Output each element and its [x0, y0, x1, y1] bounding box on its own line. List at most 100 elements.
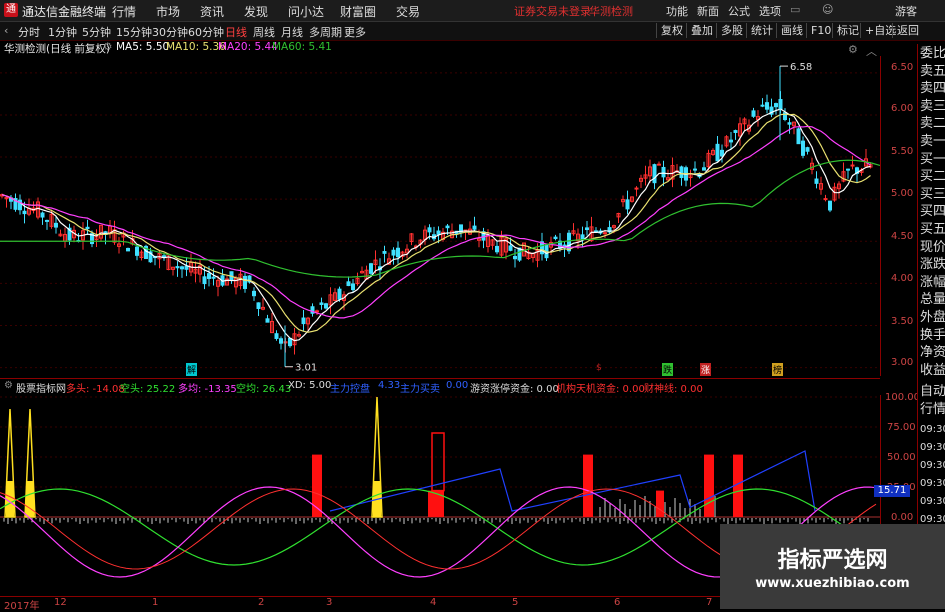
- menu-shichang[interactable]: 市场: [156, 3, 180, 20]
- btn-f10[interactable]: F10: [806, 23, 835, 38]
- menu-wenxiaoda[interactable]: 问小达: [288, 3, 324, 20]
- candle-body: [369, 263, 373, 274]
- candle-body: [351, 283, 355, 291]
- date-axis: 2017年 12 1 2 3 4 5 6 7: [0, 596, 720, 612]
- price-tick: 5.50: [891, 146, 914, 157]
- candle-body: [729, 139, 733, 143]
- candle-body: [567, 232, 571, 252]
- quote-field-11: 现价: [920, 239, 945, 255]
- ma-info-bar: 华测检测(日线 前复权) ⚙ MA5: 5.50 MA10: 5.36 MA20…: [0, 41, 880, 55]
- price-tick: 5.00: [891, 188, 914, 199]
- quote-field-9: 买四: [920, 204, 945, 220]
- candle-body: [22, 210, 27, 215]
- tick-time-3: 09:30: [920, 478, 945, 489]
- settings-gear-icon[interactable]: ⚙: [103, 41, 112, 53]
- candle-body: [508, 245, 513, 251]
- user-icon[interactable]: ☺: [822, 3, 833, 16]
- period-5min[interactable]: 5分钟: [82, 24, 111, 40]
- chevron-left-icon[interactable]: ‹: [4, 24, 8, 37]
- btn-tongji[interactable]: 统计: [746, 23, 777, 38]
- candle-body: [54, 222, 58, 228]
- stock-name-link[interactable]: 华测检测: [589, 3, 633, 19]
- ind-jigou: 机构天机资金: 0.00: [556, 384, 645, 395]
- candle-body: [513, 255, 517, 260]
- app-title: 通达信金融终端: [22, 5, 107, 19]
- login-warning[interactable]: 证券交易未登录: [514, 3, 591, 19]
- event-marker-die[interactable]: 跌: [662, 363, 674, 376]
- btn-fanhui[interactable]: 返回: [892, 23, 923, 38]
- period-30min[interactable]: 30分钟: [152, 24, 188, 40]
- event-marker-zhang[interactable]: 涨: [700, 363, 712, 376]
- ma20-value: MA20: 5.44: [218, 41, 278, 53]
- period-60min[interactable]: 60分钟: [188, 24, 224, 40]
- menu-gongneng[interactable]: 功能: [666, 3, 688, 19]
- menu-caifuquan[interactable]: 财富圈: [340, 3, 376, 20]
- btn-duogu[interactable]: 多股: [716, 23, 747, 38]
- ma10-line: [1, 113, 871, 333]
- quote-field-5: 卖一: [920, 134, 945, 149]
- event-marker-jie[interactable]: 解: [186, 363, 198, 376]
- indicator-gear-icon[interactable]: ⚙: [4, 380, 13, 391]
- quote-field-14: 总量: [920, 292, 945, 308]
- auto-quote-1[interactable]: 行情: [920, 402, 945, 418]
- date-label: 2017年: [4, 601, 40, 612]
- candle-body: [760, 104, 765, 107]
- candle-body: [243, 275, 247, 289]
- guest-label[interactable]: 游客: [895, 3, 917, 19]
- candle-body: [634, 187, 639, 190]
- ind-xd: XD: 5.00: [288, 380, 332, 391]
- watermark: 指标严选网 www.xuezhibiao.com: [720, 524, 945, 609]
- btn-fuquan[interactable]: 复权: [656, 23, 687, 38]
- menu-hangqing[interactable]: 行情: [112, 3, 136, 20]
- btn-diejia[interactable]: 叠加: [686, 23, 717, 38]
- period-toolbar: ‹ 分时 1分钟 5分钟 15分钟 30分钟 60分钟 日线 周线 月线 多周期…: [0, 22, 945, 41]
- minimize-icon[interactable]: ▭: [790, 3, 800, 16]
- red-signal-bar: [704, 454, 714, 517]
- period-day-active[interactable]: 日线: [225, 24, 247, 40]
- ind-kongtou: 空头: 25.22: [120, 384, 176, 395]
- indicator-name[interactable]: 股票指标网: [16, 380, 66, 395]
- candle-body: [445, 225, 450, 229]
- menu-xuanxiang[interactable]: 选项: [759, 3, 781, 19]
- red-box: [431, 432, 445, 492]
- candle-body: [324, 303, 328, 309]
- period-multi[interactable]: 多周期: [309, 24, 342, 40]
- period-1min[interactable]: 1分钟: [48, 24, 77, 40]
- period-month[interactable]: 月线: [281, 24, 303, 40]
- btn-huaxian[interactable]: 画线: [776, 23, 807, 38]
- date-label: 12: [54, 597, 67, 608]
- chart-settings-icon[interactable]: ⚙: [848, 43, 858, 56]
- candle-body: [396, 247, 400, 258]
- candle-body: [382, 251, 387, 254]
- menu-xinmian[interactable]: 新面: [697, 3, 719, 19]
- btn-biaoji[interactable]: 标记: [832, 23, 863, 38]
- candle-body: [751, 110, 756, 117]
- event-marker-bang[interactable]: 榜: [772, 363, 784, 376]
- candle-body: [702, 167, 706, 171]
- price-tick: 3.50: [891, 316, 914, 327]
- ind-kongjun: 空均: 26.43: [236, 384, 292, 395]
- pane-divider: [0, 378, 880, 379]
- menu-jiaoyi[interactable]: 交易: [396, 3, 420, 20]
- ma5-value: MA5: 5.50: [116, 41, 170, 53]
- ind-tick: 100.00: [885, 392, 920, 403]
- auto-quote-0[interactable]: 自动: [920, 384, 945, 400]
- menu-gongshi[interactable]: 公式: [728, 3, 750, 19]
- period-more[interactable]: 更多: [344, 24, 366, 40]
- candle-body: [274, 333, 279, 339]
- ind-zhulimaimai: 主力买卖: [400, 384, 440, 395]
- period-15min[interactable]: 15分钟: [116, 24, 152, 40]
- menu-zixun[interactable]: 资讯: [200, 3, 224, 20]
- date-label: 2: [258, 597, 265, 608]
- candle-body: [693, 168, 697, 171]
- red-signal-bar: [583, 454, 593, 517]
- candle-body: [315, 310, 319, 313]
- period-fenshi[interactable]: 分时: [18, 24, 40, 40]
- candle-body: [850, 164, 855, 167]
- period-week[interactable]: 周线: [253, 24, 275, 40]
- ind-caishen: 财神线: 0.00: [644, 384, 703, 395]
- candlestick-chart[interactable]: 6.58 3.01: [0, 56, 880, 376]
- event-marker-small[interactable]: $: [596, 363, 602, 373]
- date-label: 6: [614, 597, 621, 608]
- menu-faxian[interactable]: 发现: [244, 3, 268, 20]
